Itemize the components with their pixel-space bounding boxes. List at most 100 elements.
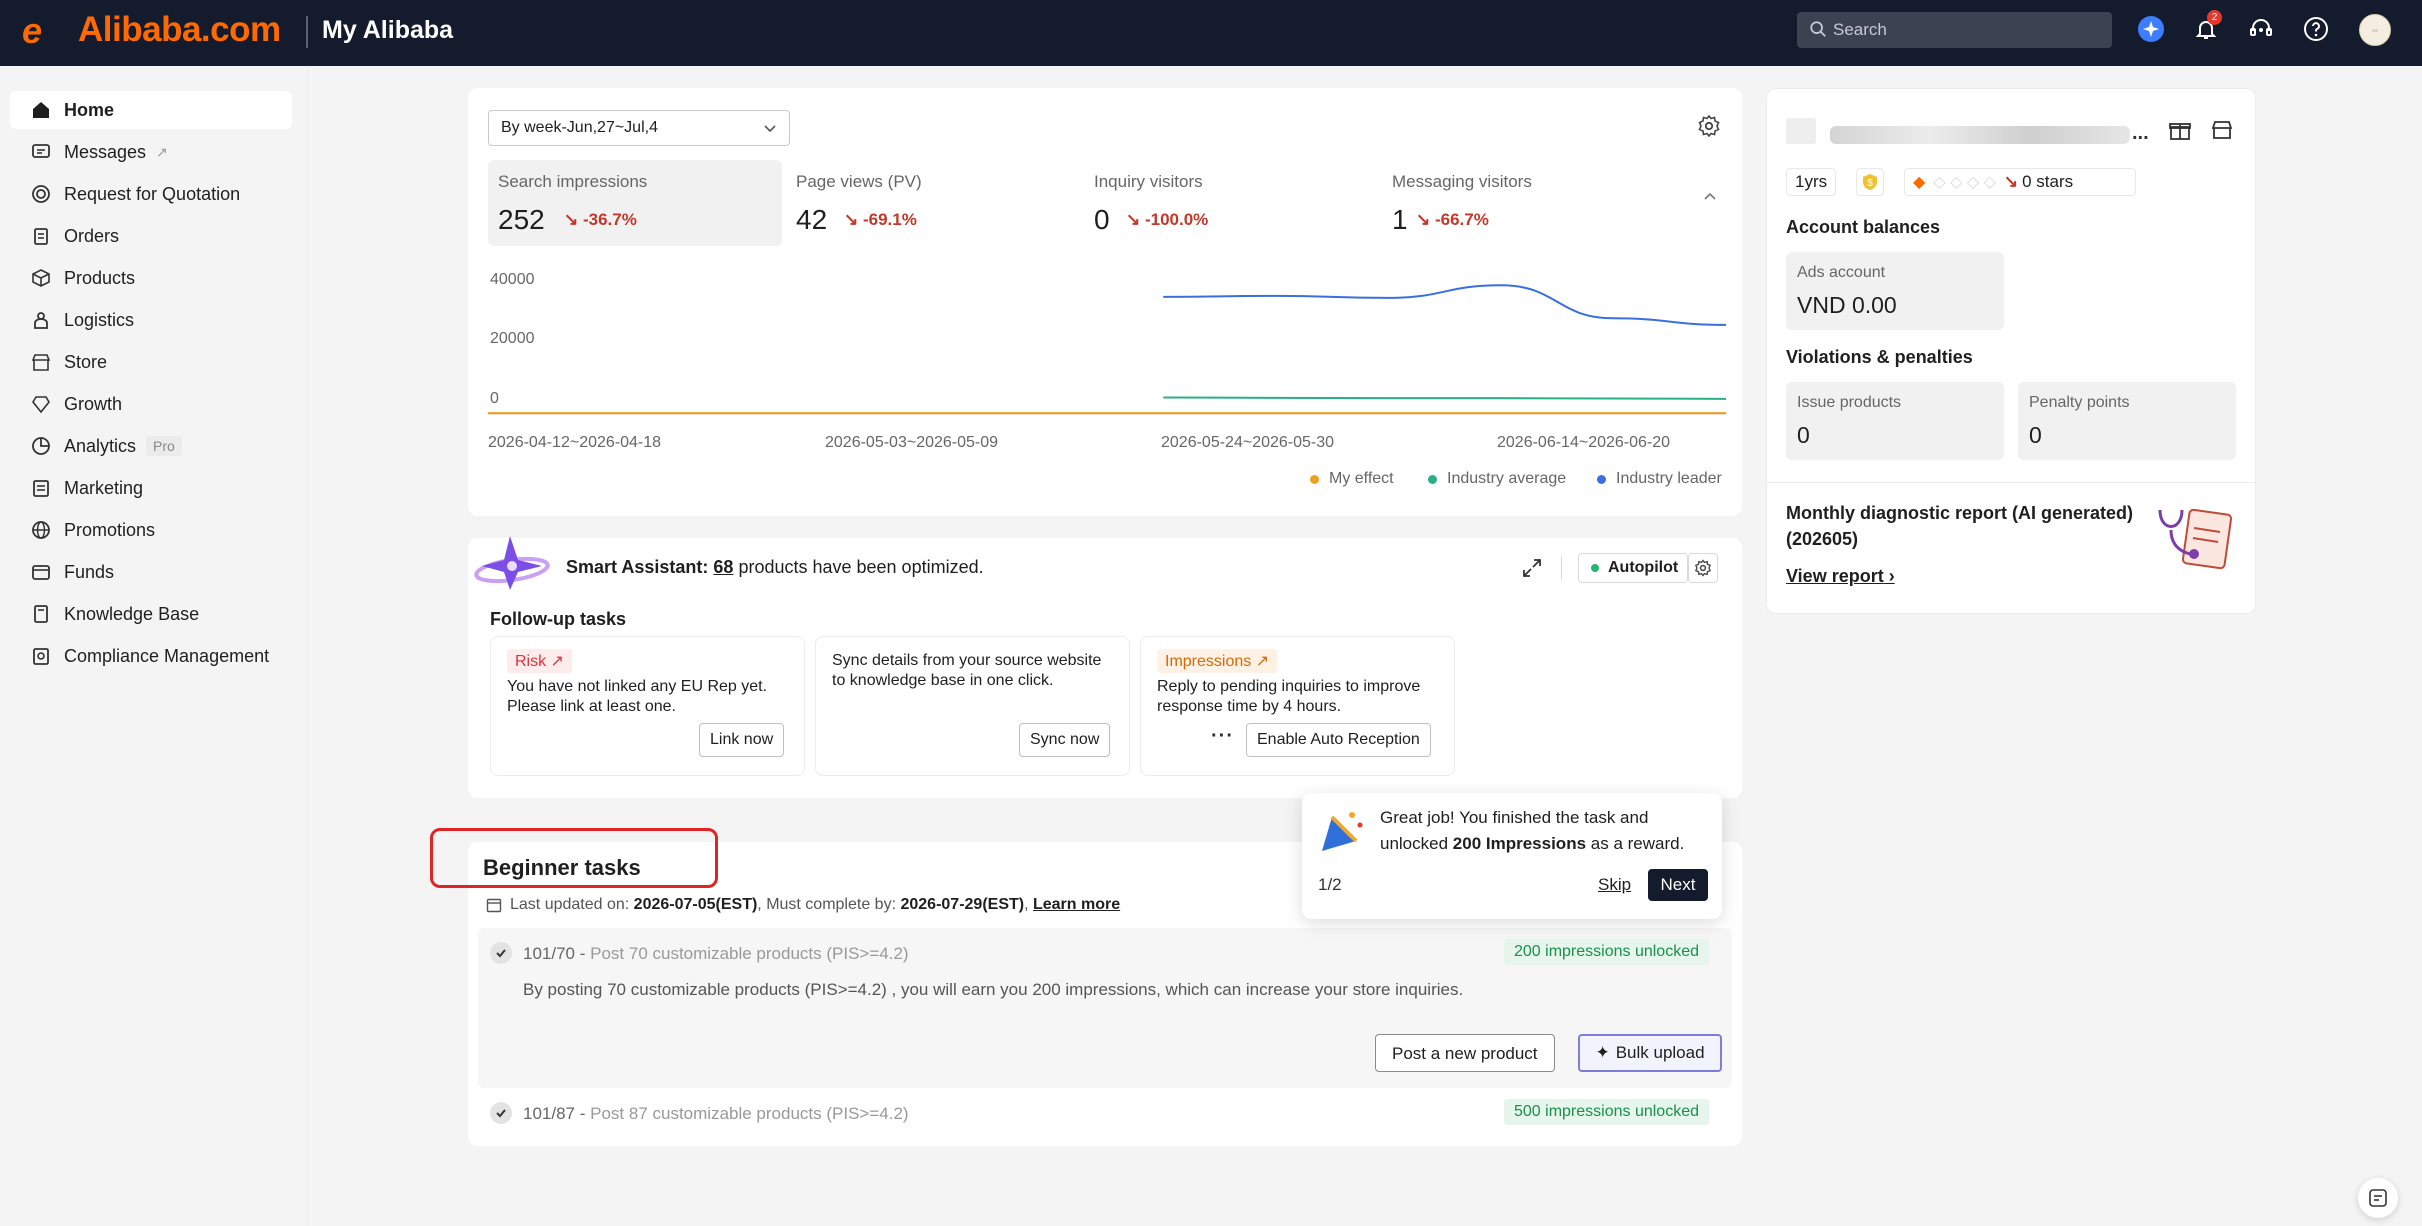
autopilot-toggle[interactable]: Autopilot: [1578, 553, 1688, 583]
penalty-points-value: 0: [2029, 422, 2042, 448]
sidebar-item-messages[interactable]: Messages ↗: [10, 133, 292, 171]
sidebar-item-label: Promotions: [64, 519, 156, 540]
bulk-upload-button[interactable]: ✦ Bulk upload: [1578, 1034, 1722, 1072]
sidebar-item-growth[interactable]: Growth: [10, 385, 292, 423]
more-options-icon[interactable]: ···: [1211, 725, 1234, 748]
sidebar-item-logistics[interactable]: Logistics: [10, 301, 292, 339]
wallet-icon: [30, 561, 52, 583]
learn-more-link[interactable]: Learn more: [1033, 896, 1120, 914]
sidebar-item-products[interactable]: Products: [10, 259, 292, 297]
link-now-button[interactable]: Link now: [699, 723, 785, 757]
sidebar-item-home[interactable]: Home: [10, 91, 292, 129]
task-card-eu-rep: Risk ↗ You have not linked any EU Rep ye…: [490, 636, 805, 776]
status-dot: [1591, 564, 1599, 572]
search-input[interactable]: [1833, 12, 2103, 48]
violations-title: Violations & penalties: [1786, 347, 1973, 367]
sidebar-item-label: Analytics: [64, 435, 137, 456]
sidebar-item-label: Funds: [64, 561, 115, 582]
compliance-icon: [30, 645, 52, 667]
ai-assistant-icon[interactable]: [2135, 13, 2167, 45]
help-icon[interactable]: [2300, 13, 2332, 45]
ads-account-box[interactable]: Ads account VND 0.00: [1786, 252, 2004, 330]
metric-change: ↘ -66.7%: [1416, 210, 1489, 229]
issue-products-box[interactable]: Issue products 0: [1786, 382, 2004, 460]
sidebar-item-funds[interactable]: Funds: [10, 553, 292, 591]
store-icon[interactable]: [2210, 118, 2234, 142]
sidebar-item-marketing[interactable]: Marketing: [10, 469, 292, 507]
highlight-annotation: [430, 828, 718, 888]
metric-messaging-visitors[interactable]: Messaging visitors 1 ↘ -66.7%: [1382, 160, 1676, 246]
alibaba-logo-text[interactable]: Alibaba.com: [78, 10, 281, 50]
diamond-icon: [30, 393, 52, 415]
party-popper-icon: [1322, 812, 1363, 851]
penalty-points-box[interactable]: Penalty points 0: [2018, 382, 2236, 460]
issue-products-value: 0: [1797, 422, 1810, 448]
feedback-float-button[interactable]: [2358, 1178, 2398, 1218]
top-bar: e Alibaba.com My Alibaba 2 ◦◦: [0, 0, 2422, 66]
enable-auto-reception-button[interactable]: Enable Auto Reception: [1246, 723, 1431, 757]
trend-down-icon: ↘: [2003, 172, 2019, 191]
sidebar-item-store[interactable]: Store: [10, 343, 292, 381]
gear-icon: [1694, 559, 1712, 577]
tooltip-message: Great job! You finished the task and unl…: [1380, 808, 1685, 853]
sidebar-item-label: Growth: [64, 393, 123, 414]
issue-products-label: Issue products: [1797, 394, 1902, 411]
box-icon: [30, 267, 52, 289]
sidebar-item-analytics[interactable]: Analytics Pro: [10, 427, 292, 465]
series-line-industry-average: [1163, 396, 1727, 400]
legend-my-effect[interactable]: My effect: [1310, 470, 1394, 488]
view-report-link[interactable]: View report ›: [1786, 566, 1895, 587]
ads-account-label: Ads account: [1797, 264, 1886, 281]
beginner-task-title[interactable]: 101/70 - Post 70 customizable products (…: [523, 944, 909, 964]
legend-industry-average[interactable]: Industry average: [1428, 470, 1566, 488]
sidebar-item-label: Request for Quotation: [64, 183, 241, 204]
chat-list-icon: [2369, 1189, 2387, 1207]
optimized-count-link[interactable]: 68: [713, 557, 733, 577]
sidebar-item-compliance[interactable]: Compliance Management: [10, 637, 292, 675]
metric-value: 0: [1094, 204, 1110, 235]
period-select[interactable]: By week-Jun,27~Jul,4: [488, 110, 790, 146]
beginner-task-title[interactable]: 101/87 - Post 87 customizable products (…: [523, 1104, 909, 1124]
alibaba-logo-icon[interactable]: e: [22, 10, 42, 52]
notification-badge: 2: [2207, 10, 2222, 25]
tooltip-page-indicator: 1/2: [1318, 875, 1342, 894]
metric-value: 1: [1392, 204, 1408, 235]
sync-now-button[interactable]: Sync now: [1019, 723, 1111, 757]
sidebar-item-label: Knowledge Base: [64, 603, 200, 624]
chevron-up-icon[interactable]: [1702, 188, 1718, 204]
skip-button[interactable]: Skip: [1598, 875, 1631, 895]
ellipsis: ...: [2132, 122, 2149, 144]
verified-shield-icon: $: [1856, 168, 1884, 196]
smart-assistant-logo-icon: [474, 536, 550, 590]
gift-icon[interactable]: [2168, 118, 2192, 142]
sidebar-item-orders[interactable]: Orders: [10, 217, 292, 255]
target-icon: [30, 183, 52, 205]
search-box[interactable]: [1797, 12, 2112, 48]
diamond-rating-icon: ◆: [1913, 174, 1926, 191]
svg-text:$: $: [1867, 178, 1873, 189]
my-alibaba-title[interactable]: My Alibaba: [322, 16, 453, 45]
post-new-product-button[interactable]: Post a new product: [1375, 1034, 1555, 1072]
sidebar-item-promotions[interactable]: Promotions: [10, 511, 292, 549]
metric-page-views[interactable]: Page views (PV) 42 ↘ -69.1%: [786, 160, 1080, 246]
metric-search-impressions[interactable]: Search impressions 252 ↘ -36.7%: [488, 160, 782, 246]
legend-industry-leader[interactable]: Industry leader: [1597, 470, 1722, 488]
legend-dot: [1597, 474, 1606, 484]
metric-inquiry-visitors[interactable]: Inquiry visitors 0 ↘ -100.0%: [1084, 160, 1378, 246]
user-avatar[interactable]: ◦◦: [2359, 14, 2391, 46]
assistant-settings-button[interactable]: [1688, 553, 1718, 583]
document-icon: [30, 477, 52, 499]
metric-change: ↘ -69.1%: [844, 210, 917, 229]
analytics-icon: [30, 435, 52, 457]
calendar-icon: [486, 898, 502, 913]
legend-label: Industry leader: [1616, 470, 1722, 487]
sidebar-item-rfq[interactable]: Request for Quotation: [10, 175, 292, 213]
notification-bell-icon[interactable]: 2: [2190, 10, 2222, 45]
task-text: Sync details from your source website to…: [832, 652, 1102, 689]
settings-gear-icon[interactable]: [1697, 114, 1721, 138]
next-button[interactable]: Next: [1648, 869, 1708, 901]
company-name-blurred[interactable]: [1830, 126, 2130, 144]
customer-service-icon[interactable]: [2245, 13, 2277, 45]
sidebar-item-knowledge-base[interactable]: Knowledge Base: [10, 595, 292, 633]
expand-icon[interactable]: [1520, 556, 1544, 580]
